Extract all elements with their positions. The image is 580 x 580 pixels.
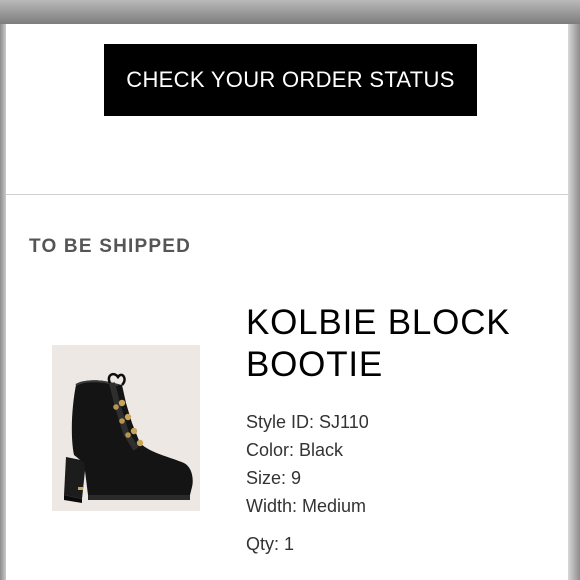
product-name-line-1: KOLBIE BLOCK — [246, 303, 511, 342]
product-name-line-2: BOOTIE — [246, 345, 384, 384]
order-page: CHECK YOUR ORDER STATUS TO BE SHIPPED KO… — [6, 24, 568, 580]
width: Width: Medium — [246, 496, 367, 516]
quantity: Qty: 1 — [246, 534, 295, 554]
size: Size: 9 — [246, 468, 302, 488]
check-order-status-button[interactable]: CHECK YOUR ORDER STATUS — [104, 44, 477, 116]
bootie-icon — [64, 372, 193, 503]
style-id: Style ID: SJ110 — [246, 412, 369, 432]
product-image[interactable] — [52, 345, 200, 511]
photo-frame-right — [568, 24, 580, 580]
product-name[interactable]: KOLBIE BLOCK BOOTIE — [246, 302, 546, 386]
photo-frame-top — [0, 0, 580, 24]
section-title-to-be-shipped: TO BE SHIPPED — [29, 236, 192, 257]
color: Color: Black — [246, 440, 344, 460]
product-details: Style ID: SJ110 Color: Black Size: 9 Wid… — [246, 408, 369, 520]
section-divider — [6, 194, 568, 195]
